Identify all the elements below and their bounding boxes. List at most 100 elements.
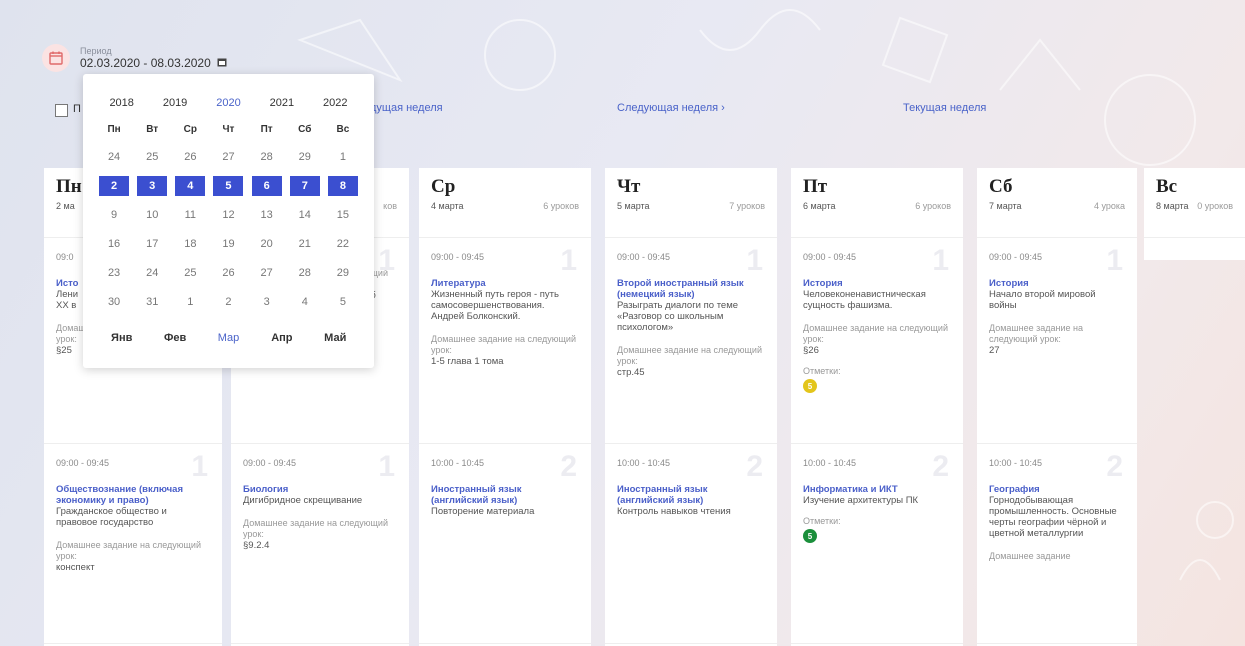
calendar-day[interactable]: 27: [213, 147, 243, 167]
calendar-day[interactable]: 15: [328, 205, 358, 225]
day-header: Вс 8 марта 0 уроков: [1144, 168, 1245, 238]
current-week-link[interactable]: Текущая неделя: [903, 102, 986, 114]
lesson-card[interactable]: 2 10:00 - 10:45 Иностранный язык (английск…: [419, 444, 591, 644]
year-2019[interactable]: 2019: [160, 93, 190, 113]
homework-value: 1-5 глава 1 тома: [431, 356, 504, 367]
calendar-day[interactable]: 12: [213, 205, 243, 225]
homework-caption: Домашнее задание: [989, 551, 1071, 561]
calendar-day[interactable]: 25: [175, 263, 205, 283]
calendar-day[interactable]: 17: [137, 234, 167, 254]
lesson-card[interactable]: 1 09:00 - 09:45 История Начало второй миров…: [977, 238, 1137, 444]
homework-caption: Домашнее задание на следующий урок:: [803, 323, 948, 344]
calendar-day[interactable]: 21: [290, 234, 320, 254]
day-column: Сб 7 марта 4 урока 1 09:00 - 09:45 История Нач…: [977, 168, 1137, 646]
calendar-day[interactable]: 16: [99, 234, 129, 254]
calendar-day[interactable]: 11: [175, 205, 205, 225]
calendar-day[interactable]: 24: [99, 147, 129, 167]
lesson-subject[interactable]: История: [803, 278, 951, 289]
calendar-day[interactable]: 10: [137, 205, 167, 225]
calendar-day[interactable]: 28: [290, 263, 320, 283]
calendar-day[interactable]: 26: [175, 147, 205, 167]
year-2020[interactable]: 2020: [213, 93, 243, 113]
calendar-day[interactable]: 29: [290, 147, 320, 167]
grade-mark[interactable]: 5: [803, 379, 817, 393]
lesson-card[interactable]: 1 09:00 - 09:45 Биология Дигибридное скрещи…: [231, 444, 409, 644]
calendar-day[interactable]: 14: [290, 205, 320, 225]
calendar-day[interactable]: 27: [252, 263, 282, 283]
checkbox-label: П: [73, 103, 81, 115]
lesson-time: 10:00 - 10:45: [617, 458, 671, 468]
calendar-day[interactable]: 20: [252, 234, 282, 254]
calendar-day[interactable]: 7: [289, 176, 320, 196]
lesson-card[interactable]: 2 10:00 - 10:45 География Горнодобывающая п…: [977, 444, 1137, 644]
lesson-subject[interactable]: География: [989, 484, 1125, 495]
month-Апр[interactable]: Апр: [267, 328, 297, 348]
homework-value: 27: [989, 345, 1000, 356]
calendar-day[interactable]: 8: [327, 176, 358, 196]
calendar-day[interactable]: 5: [213, 176, 244, 196]
month-Май[interactable]: Май: [320, 328, 350, 348]
calendar-day[interactable]: 28: [252, 147, 282, 167]
homework-value: стр.45: [617, 367, 645, 378]
calendar-day[interactable]: 1: [328, 147, 358, 167]
month-Мар[interactable]: Мар: [213, 328, 243, 348]
calendar-day[interactable]: 4: [290, 292, 320, 312]
calendar-day[interactable]: 26: [213, 263, 243, 283]
lesson-card[interactable]: 1 09:00 - 09:45 Литература Жизненный путь г…: [419, 238, 591, 444]
calendar-day[interactable]: 13: [252, 205, 282, 225]
lesson-subject[interactable]: Биология: [243, 484, 397, 495]
calendar-day[interactable]: 22: [328, 234, 358, 254]
marks-caption: Отметки:: [803, 516, 841, 526]
calendar-small-icon[interactable]: [217, 56, 227, 70]
period-value[interactable]: 02.03.2020 - 08.03.2020: [80, 56, 211, 70]
calendar-day[interactable]: 18: [175, 234, 205, 254]
calendar-day[interactable]: 5: [328, 292, 358, 312]
calendar-day[interactable]: 24: [137, 263, 167, 283]
day-date: 5 марта: [617, 201, 650, 211]
calendar-week-row: 23 24 25 26 27 28 29: [95, 263, 362, 283]
year-2018[interactable]: 2018: [107, 93, 137, 113]
lesson-subject[interactable]: Иностранный язык (английский язык): [617, 484, 765, 506]
lesson-subject[interactable]: Иностранный язык (английский язык): [431, 484, 579, 506]
lesson-subject[interactable]: Обществознание (включая экономику и прав…: [56, 484, 210, 506]
calendar-day[interactable]: 2: [99, 176, 130, 196]
lesson-topic: Жизненный путь героя - путь самосовершен…: [431, 289, 559, 322]
lesson-subject[interactable]: История: [989, 278, 1125, 289]
calendar-day[interactable]: 23: [99, 263, 129, 283]
month-Янв[interactable]: Янв: [107, 328, 137, 348]
calendar-day[interactable]: 6: [251, 176, 282, 196]
lesson-card[interactable]: 1 09:00 - 09:45 История Человеконенавистнич…: [791, 238, 963, 444]
lesson-subject[interactable]: Второй иностранный язык (немецкий язык): [617, 278, 765, 300]
calendar-day[interactable]: 9: [99, 205, 129, 225]
calendar-day[interactable]: 25: [137, 147, 167, 167]
calendar-day[interactable]: 19: [213, 234, 243, 254]
calendar-day[interactable]: 4: [175, 176, 206, 196]
date-picker-popup[interactable]: 2018 2019 2020 2021 2022 Пн Вт Ср Чт Пт Сб Вс 24 25…: [83, 74, 374, 368]
year-2022[interactable]: 2022: [320, 93, 350, 113]
previous-week-link[interactable]: дущая неделя: [370, 102, 443, 114]
lesson-topic: Контроль навыков чтения: [617, 506, 731, 517]
lesson-card[interactable]: 2 10:00 - 10:45 Информатика и ИКТ Изучение …: [791, 444, 963, 644]
calendar-day[interactable]: 29: [328, 263, 358, 283]
lesson-subject[interactable]: Литература: [431, 278, 579, 289]
calendar-day[interactable]: 1: [175, 292, 205, 312]
period-selector[interactable]: Период 02.03.2020 - 08.03.2020: [42, 44, 227, 72]
day-subtitle: 4 марта 6 уроков: [431, 201, 579, 211]
grade-mark[interactable]: 5: [803, 529, 817, 543]
lesson-subject[interactable]: Информатика и ИКТ: [803, 484, 951, 495]
calendar-day[interactable]: 31: [137, 292, 167, 312]
calendar-day[interactable]: 2: [213, 292, 243, 312]
year-2021[interactable]: 2021: [267, 93, 297, 113]
lesson-card[interactable]: 1 09:00 - 09:45 Второй иностранный язык (н…: [605, 238, 777, 444]
show-checkbox[interactable]: [55, 104, 68, 117]
next-week-link[interactable]: Следующая неделя ›: [617, 102, 725, 114]
day-header: Ср 4 марта 6 уроков: [419, 168, 591, 238]
lesson-card[interactable]: 1 09:00 - 09:45 Обществознание (включая эк…: [44, 444, 222, 644]
calendar-day[interactable]: 3: [252, 292, 282, 312]
calendar-day[interactable]: 3: [137, 176, 168, 196]
calendar-day[interactable]: 30: [99, 292, 129, 312]
month-Фев[interactable]: Фев: [160, 328, 190, 348]
lesson-card[interactable]: 2 10:00 - 10:45 Иностранный язык (английск…: [605, 444, 777, 644]
lesson-time: 09:00 - 09:45: [56, 458, 110, 468]
lesson-topic: Человеконенавистническая сущность фашизм…: [803, 289, 926, 311]
